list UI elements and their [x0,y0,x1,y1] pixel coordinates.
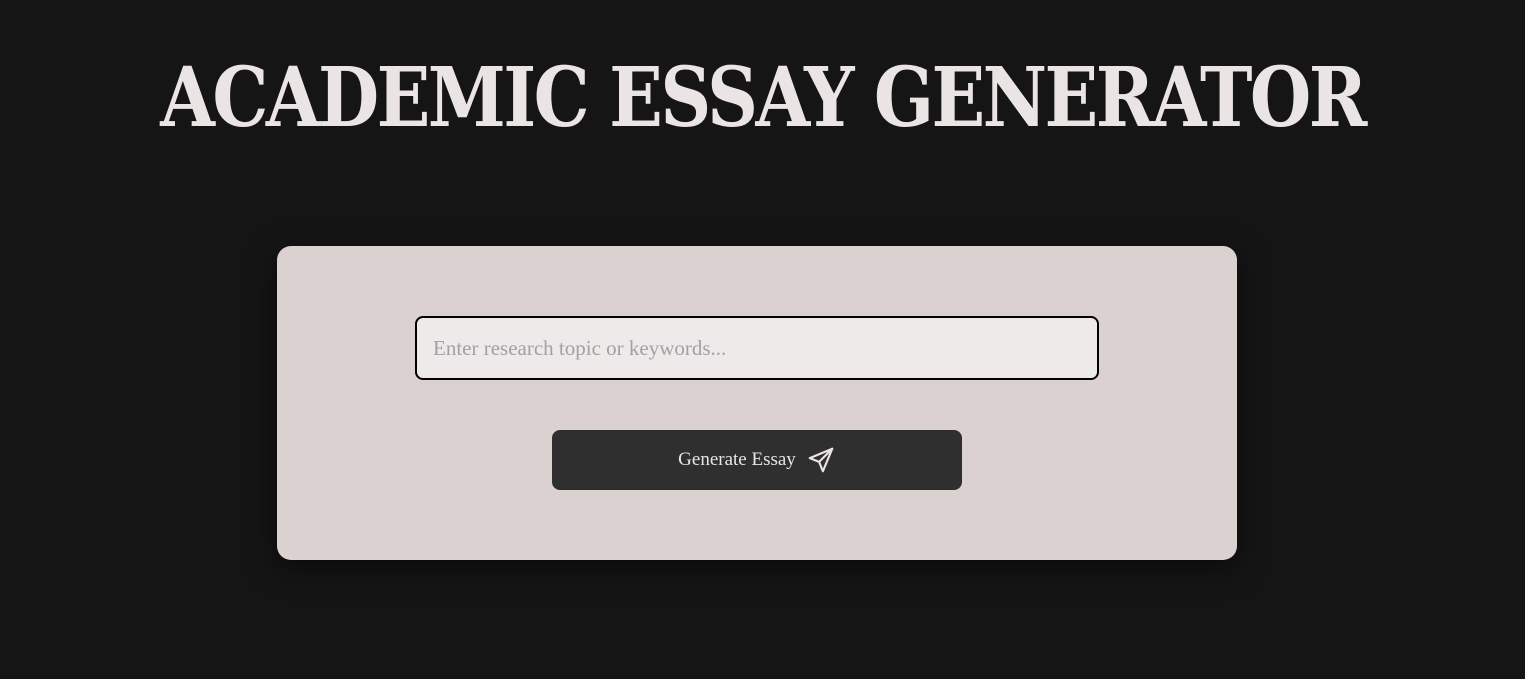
send-icon [806,445,836,475]
generate-essay-button[interactable]: Generate Essay [552,430,962,490]
generate-essay-label: Generate Essay [678,449,796,470]
page-title: ACADEMIC ESSAY GENERATOR [160,50,1367,146]
topic-input[interactable] [415,316,1099,380]
essay-form-card [277,246,1237,560]
